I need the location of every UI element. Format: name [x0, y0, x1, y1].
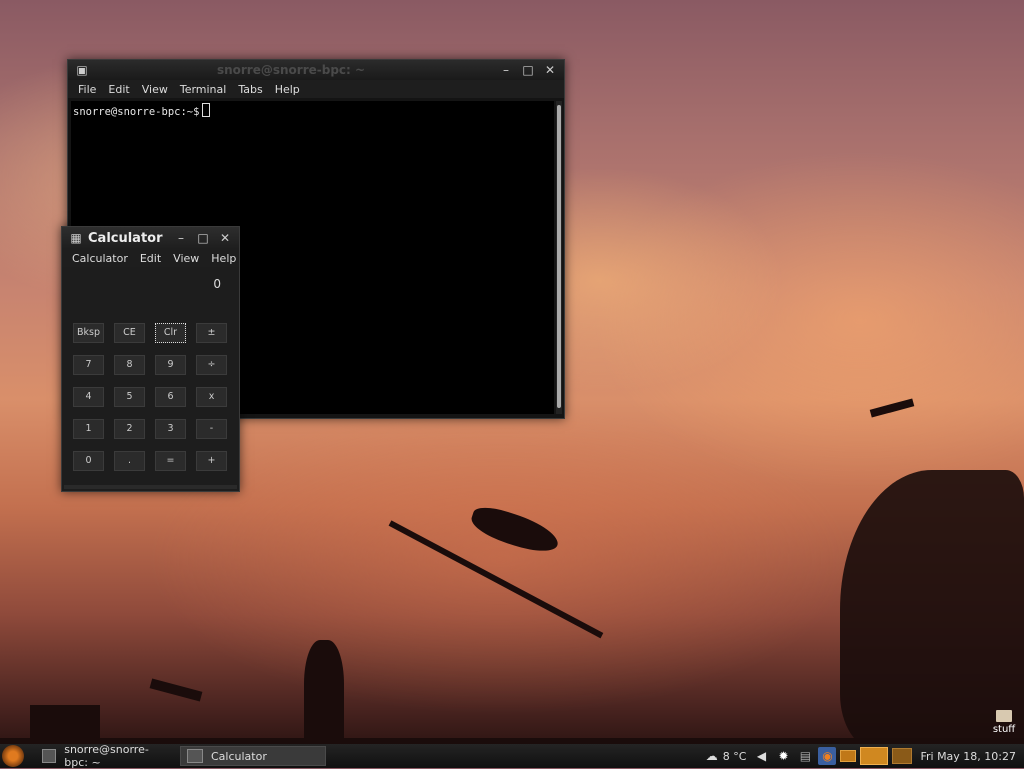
key-decimal[interactable]: .	[114, 451, 145, 471]
taskbar: snorre@snorre-bpc: ~ Calculator ☁ 8 °C ◀…	[0, 743, 1024, 769]
folder-icon	[996, 710, 1012, 722]
text-cursor	[202, 103, 211, 117]
close-button[interactable]: ✕	[217, 230, 233, 246]
key-clear[interactable]: Clr	[155, 323, 186, 343]
workspace-2-icon[interactable]	[860, 747, 889, 765]
plane-silhouette-large	[467, 501, 563, 559]
menu-edit[interactable]: Edit	[140, 252, 161, 265]
calculator-app-icon: ▦	[70, 231, 82, 245]
key-4[interactable]: 4	[73, 387, 104, 407]
key-add[interactable]: +	[196, 451, 227, 471]
calculator-menubar: Calculator Edit View Help	[62, 249, 239, 267]
taskbar-item-label: snorre@snorre-bpc: ~	[64, 743, 149, 769]
workspace-3-icon[interactable]	[892, 748, 913, 764]
calculator-window[interactable]: ▦ Calculator – □ ✕ Calculator Edit View …	[61, 226, 240, 492]
key-9[interactable]: 9	[155, 355, 186, 375]
scrollbar-thumb[interactable]	[557, 105, 561, 408]
firefox-icon[interactable]: ◉	[818, 747, 837, 765]
system-tray: ☁ 8 °C ◀ ✹ ▤ ◉ Fri May 18, 10:27	[701, 744, 1024, 768]
key-6[interactable]: 6	[155, 387, 186, 407]
terminal-app-icon: ▣	[76, 63, 88, 77]
key-equals[interactable]: =	[155, 451, 186, 471]
key-2[interactable]: 2	[114, 419, 145, 439]
person-silhouette	[304, 640, 344, 750]
taskbar-item-calculator[interactable]: Calculator	[180, 746, 326, 766]
calculator-statusbar	[64, 485, 237, 489]
menu-help[interactable]: Help	[211, 252, 236, 265]
key-5[interactable]: 5	[114, 387, 145, 407]
brightness-icon[interactable]: ✹	[774, 747, 792, 765]
key-backspace[interactable]: Bksp	[73, 323, 104, 343]
key-1[interactable]: 1	[73, 419, 104, 439]
workspace-1-icon[interactable]	[840, 750, 857, 762]
minimize-button[interactable]: –	[173, 230, 189, 246]
menu-view[interactable]: View	[173, 252, 199, 265]
tree-silhouette	[840, 470, 1024, 750]
key-clear-entry[interactable]: CE	[114, 323, 145, 343]
key-0[interactable]: 0	[73, 451, 104, 471]
key-multiply[interactable]: x	[196, 387, 227, 407]
menu-calculator[interactable]: Calculator	[72, 252, 128, 265]
folder-label: stuff	[992, 724, 1016, 735]
terminal-title: snorre@snorre-bpc: ~	[216, 63, 366, 77]
taskbar-item-terminal[interactable]: snorre@snorre-bpc: ~	[36, 743, 176, 769]
terminal-prompt: snorre@snorre-bpc:~$	[73, 106, 200, 118]
key-8[interactable]: 8	[114, 355, 145, 375]
calculator-titlebar[interactable]: ▦ Calculator – □ ✕	[62, 227, 239, 249]
weather-temperature: 8 °C	[722, 749, 747, 763]
terminal-icon	[42, 749, 57, 763]
taskbar-item-label: Calculator	[211, 749, 267, 763]
key-7[interactable]: 7	[73, 355, 104, 375]
plane-silhouette-left	[149, 678, 203, 702]
menu-terminal[interactable]: Terminal	[180, 83, 227, 96]
weather-icon[interactable]: ☁	[703, 747, 721, 765]
calculator-title: Calculator	[88, 230, 163, 246]
terminal-titlebar[interactable]: ▣ snorre@snorre-bpc: ~ – □ ✕	[68, 60, 564, 80]
calculator-display: 0	[213, 277, 221, 291]
calculator-keypad: Bksp CE Clr ± 7 8 9 ÷ 4 5 6 x 1 2 3 - 0 …	[73, 323, 227, 471]
minimize-button[interactable]: –	[498, 62, 514, 78]
start-menu-icon[interactable]	[2, 745, 24, 767]
menu-help[interactable]: Help	[275, 83, 300, 96]
menu-view[interactable]: View	[142, 83, 168, 96]
calculator-icon	[187, 749, 203, 763]
menu-edit[interactable]: Edit	[108, 83, 129, 96]
key-plus-minus[interactable]: ±	[196, 323, 227, 343]
clock[interactable]: Fri May 18, 10:27	[920, 750, 1016, 763]
plane-silhouette-small	[869, 398, 915, 418]
terminal-menubar: File Edit View Terminal Tabs Help	[68, 80, 564, 98]
menu-tabs[interactable]: Tabs	[238, 83, 262, 96]
keyboard-icon[interactable]: ▤	[796, 747, 814, 765]
close-button[interactable]: ✕	[542, 62, 558, 78]
key-subtract[interactable]: -	[196, 419, 227, 439]
volume-icon[interactable]: ◀	[752, 747, 770, 765]
menu-file[interactable]: File	[78, 83, 96, 96]
maximize-button[interactable]: □	[520, 62, 536, 78]
maximize-button[interactable]: □	[195, 230, 211, 246]
key-3[interactable]: 3	[155, 419, 186, 439]
terminal-scrollbar[interactable]	[556, 101, 562, 414]
key-divide[interactable]: ÷	[196, 355, 227, 375]
desktop-folder-stuff[interactable]: stuff	[988, 710, 1020, 735]
